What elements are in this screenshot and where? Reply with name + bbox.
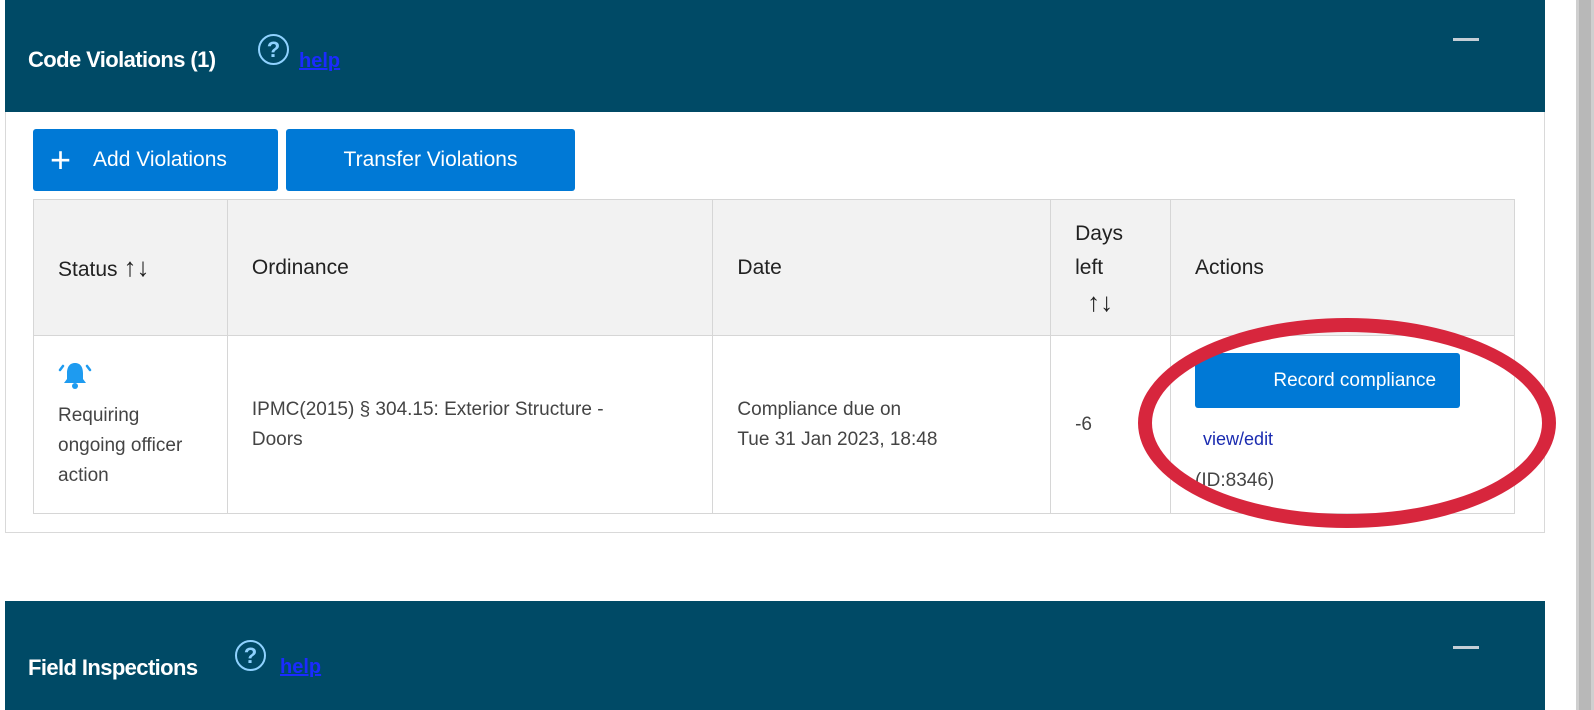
violations-table: Status ↑↓ Ordinance Date Days left ↑↓ Act… (33, 199, 1515, 514)
minus-icon[interactable] (1453, 38, 1479, 41)
record-compliance-button[interactable]: Record compliance (1195, 353, 1461, 408)
actions-column-header: Actions (1170, 199, 1515, 336)
days-left-header-line2: left (1075, 255, 1104, 279)
date-column-header: Date (712, 199, 1052, 336)
ordinance-cell: IPMC(2015) § 304.15: Exterior Structure … (226, 335, 714, 514)
code-violations-header (5, 0, 1545, 112)
status-text-line3: action (58, 465, 109, 486)
field-inspections-title: Field Inspections (28, 655, 198, 680)
ordinance-text-line2: Doors (251, 428, 303, 450)
ordinance-column-header: Ordinance (226, 199, 714, 336)
transfer-violations-button[interactable]: Transfer Violations (286, 129, 575, 191)
days-left-column-header[interactable]: Days left ↑↓ (1050, 199, 1172, 336)
scrollbar-thumb[interactable] (1579, 0, 1591, 710)
table-header-row: Status ↑↓ Ordinance Date Days left ↑↓ Act… (33, 199, 1515, 336)
status-header-label: Status (58, 258, 118, 281)
table-row: Requiring ongoing officer action IPMC(20… (33, 335, 1515, 514)
status-text-line2: ongoing officer (58, 435, 183, 456)
date-cell: Compliance due on Tue 31 Jan 2023, 18:48 (712, 335, 1052, 514)
compliance-due-date: Tue 31 Jan 2023, 18:48 (737, 428, 938, 450)
violation-id: (ID:8346) (1195, 470, 1275, 491)
bell-icon (58, 358, 227, 401)
sort-icon[interactable]: ↑↓ (124, 252, 150, 282)
help-circle-icon[interactable]: ? (258, 34, 289, 65)
help-link[interactable]: help (299, 50, 340, 73)
days-left-header-line1: Days (1075, 221, 1123, 245)
plus-icon: + (50, 139, 72, 180)
compliance-due-label: Compliance due on (737, 398, 902, 420)
help-link[interactable]: help (280, 656, 321, 679)
minus-icon[interactable] (1453, 646, 1479, 649)
days-left-cell: -6 (1050, 335, 1172, 514)
code-violations-title: Code Violations (1) (28, 47, 216, 72)
sort-icon[interactable]: ↑↓ (1087, 285, 1170, 319)
add-violations-button[interactable]: + Add Violations (33, 129, 278, 191)
status-text-line1: Requiring (58, 405, 140, 426)
actions-cell: Record compliance view/edit (ID:8346) (1170, 335, 1515, 514)
view-edit-link[interactable]: view/edit (1203, 424, 1514, 454)
help-circle-icon[interactable]: ? (235, 640, 266, 671)
status-cell: Requiring ongoing officer action (33, 335, 228, 514)
status-column-header[interactable]: Status ↑↓ (33, 199, 228, 336)
ordinance-text-line1: IPMC(2015) § 304.15: Exterior Structure … (251, 398, 604, 420)
add-violations-label: Add Violations (93, 148, 227, 171)
